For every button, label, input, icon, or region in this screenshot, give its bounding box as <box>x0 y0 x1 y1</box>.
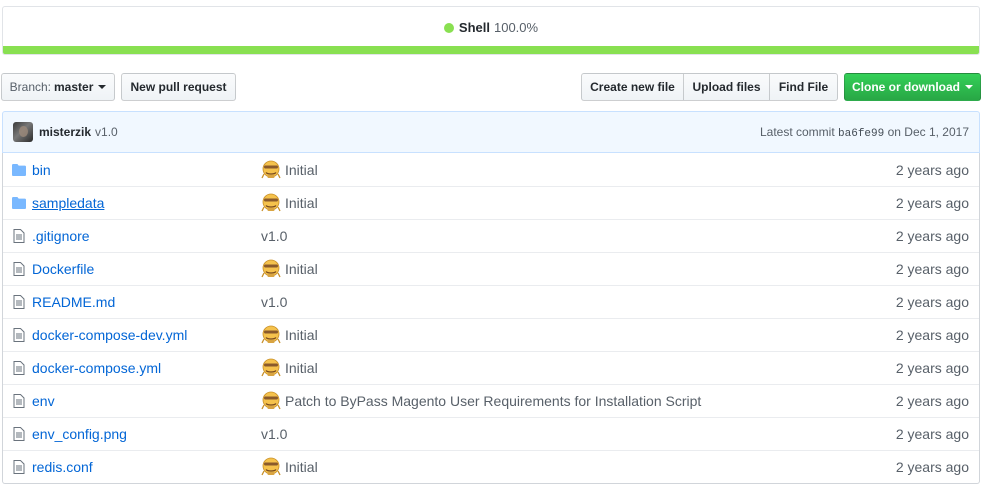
commit-sha[interactable]: ba6fe99 <box>838 128 884 140</box>
file-name-link[interactable]: sampledata <box>32 195 260 211</box>
file-commit-message[interactable]: Initial <box>261 193 318 213</box>
create-new-file-button[interactable]: Create new file <box>581 73 684 101</box>
file-commit-message[interactable]: v1.0 <box>261 228 287 244</box>
avatar[interactable] <box>13 122 33 142</box>
file-age: 2 years ago <box>895 261 969 277</box>
file-commit-message-text[interactable]: Initial <box>285 162 318 178</box>
tada-bowtie-emoji-icon <box>261 391 281 411</box>
file-actions-group: Create new file Upload files Find File <box>581 73 838 101</box>
find-file-button[interactable]: Find File <box>769 73 838 101</box>
file-commit-message-text[interactable]: v1.0 <box>261 426 287 442</box>
branch-name: master <box>54 80 94 94</box>
file-list: bin Initial 2 years ago sampledata Initial 2 … <box>2 153 980 484</box>
file-age: 2 years ago <box>895 393 969 409</box>
tada-bowtie-emoji-icon <box>261 160 281 180</box>
file-age: 2 years ago <box>895 459 969 475</box>
commit-meta: Latest commit ba6fe99 on Dec 1, 2017 <box>760 125 969 140</box>
upload-files-button[interactable]: Upload files <box>683 73 770 101</box>
file-name-link[interactable]: .gitignore <box>32 228 260 244</box>
file-commit-message-text[interactable]: Initial <box>285 459 318 475</box>
file-row[interactable]: bin Initial 2 years ago <box>3 153 979 186</box>
file-icon <box>12 361 26 375</box>
commit-message[interactable]: v1.0 <box>95 125 118 139</box>
file-commit-message-text[interactable]: v1.0 <box>261 228 287 244</box>
file-row[interactable]: env Patch to ByPass Magento User Requirem… <box>3 384 979 417</box>
file-row[interactable]: env_config.png v1.0 2 years ago <box>3 417 979 450</box>
file-icon <box>12 394 26 408</box>
language-stats[interactable]: Shell 100.0% <box>2 6 980 55</box>
file-commit-message[interactable]: Patch to ByPass Magento User Requirement… <box>261 391 701 411</box>
file-name-link[interactable]: README.md <box>32 294 260 310</box>
tada-bowtie-emoji-icon <box>261 325 281 345</box>
file-row[interactable]: sampledata Initial 2 years ago <box>3 186 979 219</box>
file-age: 2 years ago <box>895 195 969 211</box>
file-commit-message-text[interactable]: Patch to ByPass Magento User Requirement… <box>285 393 701 409</box>
file-row[interactable]: docker-compose-dev.yml Initial 2 years ago <box>3 318 979 351</box>
file-age: 2 years ago <box>895 228 969 244</box>
file-name-link[interactable]: docker-compose-dev.yml <box>32 327 260 343</box>
clone-download-button[interactable]: Clone or download <box>844 73 981 101</box>
branch-select-button[interactable]: Branch: master <box>1 73 115 101</box>
clone-download-label: Clone or download <box>852 80 960 94</box>
file-icon <box>12 295 26 309</box>
file-icon <box>12 328 26 342</box>
commit-author[interactable]: misterzik <box>39 125 91 139</box>
language-name: Shell <box>458 20 490 35</box>
file-row[interactable]: README.md v1.0 2 years ago <box>3 285 979 318</box>
file-commit-message-text[interactable]: Initial <box>285 261 318 277</box>
file-commit-message-text[interactable]: Initial <box>285 195 318 211</box>
caret-down-icon <box>98 85 107 89</box>
file-age: 2 years ago <box>895 426 969 442</box>
file-commit-message[interactable]: Initial <box>261 259 318 279</box>
tada-bowtie-emoji-icon <box>261 193 281 213</box>
tada-bowtie-emoji-icon <box>261 358 281 378</box>
file-name-link[interactable]: bin <box>32 162 260 178</box>
file-age: 2 years ago <box>895 294 969 310</box>
file-icon <box>12 427 26 441</box>
language-color-dot <box>443 22 454 33</box>
file-row[interactable]: .gitignore v1.0 2 years ago <box>3 219 979 252</box>
file-commit-message[interactable]: Initial <box>261 358 318 378</box>
folder-icon <box>12 163 26 177</box>
file-row[interactable]: docker-compose.yml Initial 2 years ago <box>3 351 979 384</box>
file-name-link[interactable]: Dockerfile <box>32 261 260 277</box>
file-icon <box>12 262 26 276</box>
file-name-link[interactable]: docker-compose.yml <box>32 360 260 376</box>
branch-prefix: Branch: <box>9 80 51 94</box>
latest-commit-bar: misterzik v1.0 Latest commit ba6fe99 on … <box>2 111 980 153</box>
file-commit-message-text[interactable]: v1.0 <box>261 294 287 310</box>
file-commit-message[interactable]: v1.0 <box>261 294 287 310</box>
file-row[interactable]: Dockerfile Initial 2 years ago <box>3 252 979 285</box>
file-icon <box>12 460 26 474</box>
file-commit-message-text[interactable]: Initial <box>285 327 318 343</box>
file-row[interactable]: redis.conf Initial 2 years ago <box>3 450 979 483</box>
file-age: 2 years ago <box>895 360 969 376</box>
file-commit-message[interactable]: Initial <box>261 325 318 345</box>
file-age: 2 years ago <box>895 327 969 343</box>
file-name-link[interactable]: env_config.png <box>32 426 260 442</box>
tada-bowtie-emoji-icon <box>261 259 281 279</box>
caret-down-icon <box>965 85 973 89</box>
file-commit-message[interactable]: Initial <box>261 457 318 477</box>
commit-date: on Dec 1, 2017 <box>887 124 969 139</box>
language-percent: 100.0% <box>493 20 539 35</box>
file-name-link[interactable]: env <box>32 393 260 409</box>
language-summary: Shell 100.0% <box>3 7 979 48</box>
file-icon <box>12 229 26 243</box>
new-pull-request-button[interactable]: New pull request <box>121 73 236 101</box>
folder-icon <box>12 196 26 210</box>
latest-commit-label: Latest commit <box>759 124 835 139</box>
file-commit-message[interactable]: Initial <box>261 160 318 180</box>
tada-bowtie-emoji-icon <box>261 457 281 477</box>
file-commit-message[interactable]: v1.0 <box>261 426 287 442</box>
file-age: 2 years ago <box>895 161 969 178</box>
file-commit-message-text[interactable]: Initial <box>285 360 318 376</box>
file-name-link[interactable]: redis.conf <box>32 459 260 475</box>
language-bar[interactable] <box>3 46 979 54</box>
